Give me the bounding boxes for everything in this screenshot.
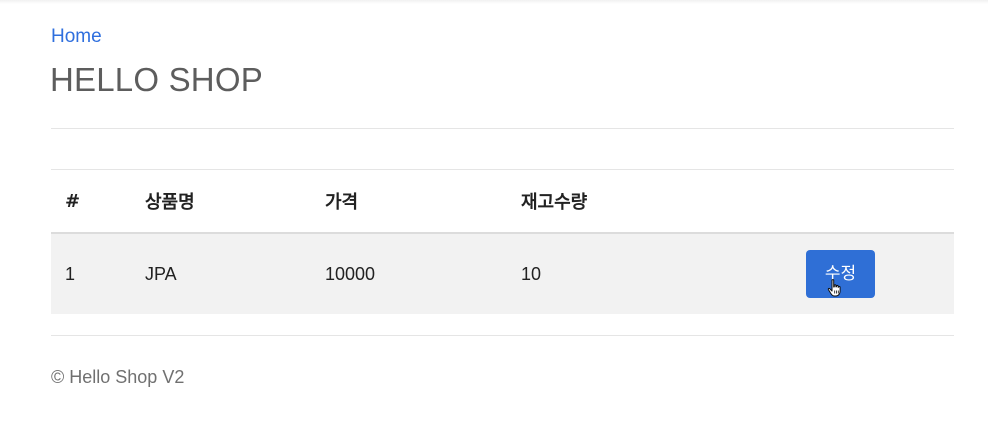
table-body: 1 JPA 10000 10 수정: [51, 233, 954, 314]
header-row: # 상품명 가격 재고수량: [51, 170, 954, 234]
cell-price: 10000: [325, 233, 521, 314]
column-header-price: 가격: [325, 170, 521, 234]
page: Home HELLO SHOP # 상품명 가격 재고수량 1 JPA 1000: [0, 0, 988, 426]
hand-pointer-icon: [827, 279, 841, 297]
page-title: HELLO SHOP: [50, 61, 263, 98]
column-header-number: #: [51, 170, 145, 234]
cell-product-name: JPA: [145, 233, 325, 314]
edit-button-wrapper: 수정: [806, 250, 875, 298]
home-link[interactable]: Home: [51, 26, 102, 48]
column-header-stock: 재고수량: [521, 170, 740, 234]
footer-copyright: © Hello Shop V2: [51, 367, 185, 387]
table-header: # 상품명 가격 재고수량: [51, 170, 954, 234]
products-table: # 상품명 가격 재고수량 1 JPA 10000 10 수정: [51, 170, 954, 314]
table-row: 1 JPA 10000 10 수정: [51, 233, 954, 314]
cell-action: 수정: [740, 233, 954, 314]
column-header-product-name: 상품명: [145, 170, 325, 234]
footer-divider: [51, 335, 954, 336]
cell-id: 1: [51, 233, 145, 314]
top-strip: [0, 0, 988, 4]
cell-stock: 10: [521, 233, 740, 314]
header-divider: [51, 128, 954, 129]
column-header-action: [740, 170, 954, 234]
